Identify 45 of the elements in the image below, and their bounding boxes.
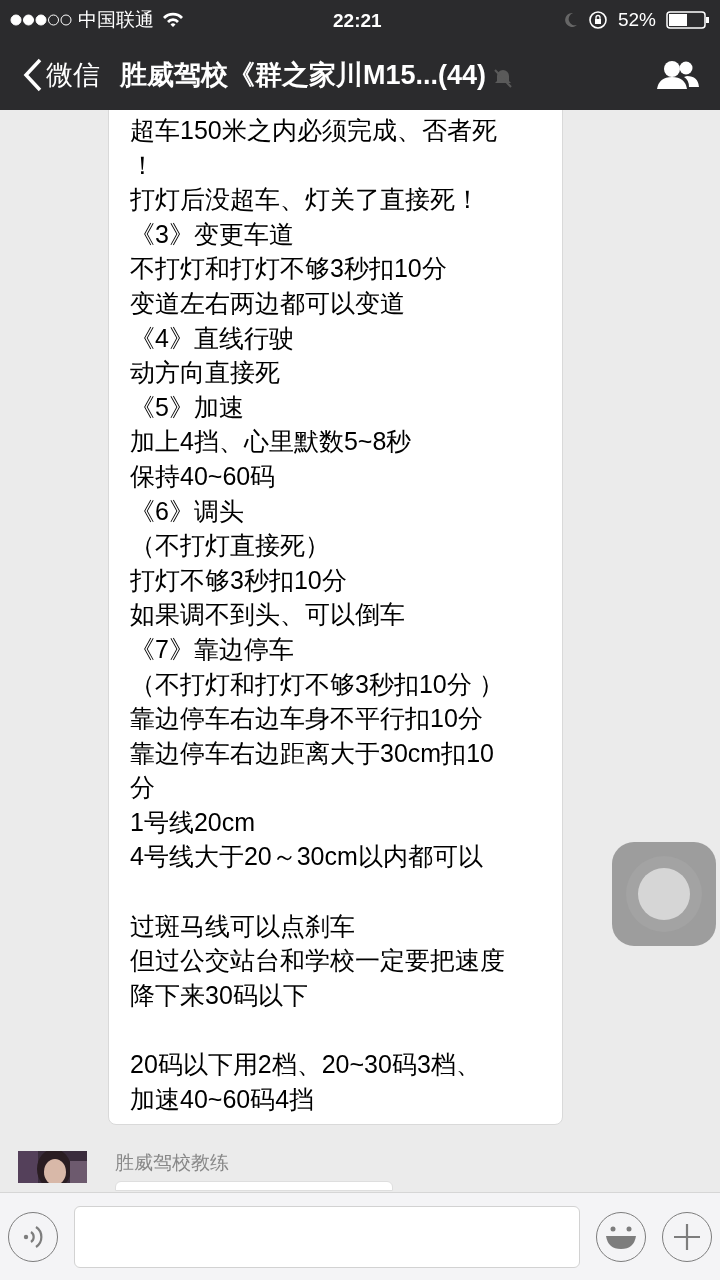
wifi-icon xyxy=(162,12,184,28)
message-line: 不打灯和打灯不够3秒扣10分 xyxy=(130,253,448,285)
chevron-left-icon xyxy=(22,58,44,92)
message-line: 动方向直接死 xyxy=(130,357,281,389)
voice-icon xyxy=(21,1223,44,1250)
message-line: 1号线20cm xyxy=(130,806,257,838)
message-line: ！ xyxy=(130,149,156,181)
carrier-name: 中国联通 xyxy=(78,7,154,32)
group-members-button[interactable] xyxy=(656,59,700,91)
message-line: 加上4挡、心里默数5~8秒 xyxy=(130,426,413,458)
message-line: 《5》加速 xyxy=(130,391,245,423)
people-icon xyxy=(656,59,700,91)
message-input[interactable] xyxy=(73,1205,581,1268)
message-line: 变道左右两边都可以变道 xyxy=(130,287,406,319)
message-line: 20码以下用2档、20~30码3档、 xyxy=(130,1049,482,1081)
back-button[interactable]: 微信 xyxy=(22,54,100,96)
message-line: 《6》调头 xyxy=(130,495,245,527)
message-line: 过斑马线可以点刹车 xyxy=(130,910,356,942)
message-line: 4号线大于20～30cm以内都可以 xyxy=(130,841,484,873)
message-line: 靠边停车右边距离大于30cm扣10 xyxy=(130,737,495,769)
status-time: 22:21 xyxy=(333,9,382,33)
message-line: （不打灯直接死） xyxy=(130,530,331,562)
message-line: 但过公交站台和学校一定要把速度 xyxy=(130,945,506,977)
moon-icon xyxy=(563,12,578,28)
message-line: 分 xyxy=(130,772,156,804)
message-line: 《3》变更车道 xyxy=(130,218,295,250)
sender-name: 胜威驾校教练 xyxy=(115,1151,230,1176)
rotation-lock-icon xyxy=(587,10,608,30)
battery-percent: 52% xyxy=(617,7,656,32)
plus-icon xyxy=(673,1222,702,1251)
message-line: 加速40~60码4挡 xyxy=(130,1083,316,1115)
signal-icon xyxy=(10,14,72,26)
message-line: 打灯后没超车、灯关了直接死！ xyxy=(130,184,481,216)
message-line: 打灯不够3秒扣10分 xyxy=(130,564,348,596)
message-line: 如果调不到头、可以倒车 xyxy=(130,599,406,631)
message-line: （不打灯和打灯不够3秒扣10分 ） xyxy=(130,668,505,700)
chat-title: 胜威驾校《群之家川M15...(44) xyxy=(120,58,487,92)
battery-icon xyxy=(666,11,710,29)
message-line: 保持40~60码 xyxy=(130,460,277,492)
assistive-touch-button[interactable] xyxy=(612,842,716,946)
message-line: 《4》直线行驶 xyxy=(130,322,295,354)
message-line: 降下来30码以下 xyxy=(130,979,309,1011)
message-line: 《7》靠边停车 xyxy=(130,633,295,665)
message-line: 靠边停车右边车身不平行扣10分 xyxy=(130,703,484,735)
message-line: 超车150米之内必须完成、否者死 xyxy=(130,115,498,146)
